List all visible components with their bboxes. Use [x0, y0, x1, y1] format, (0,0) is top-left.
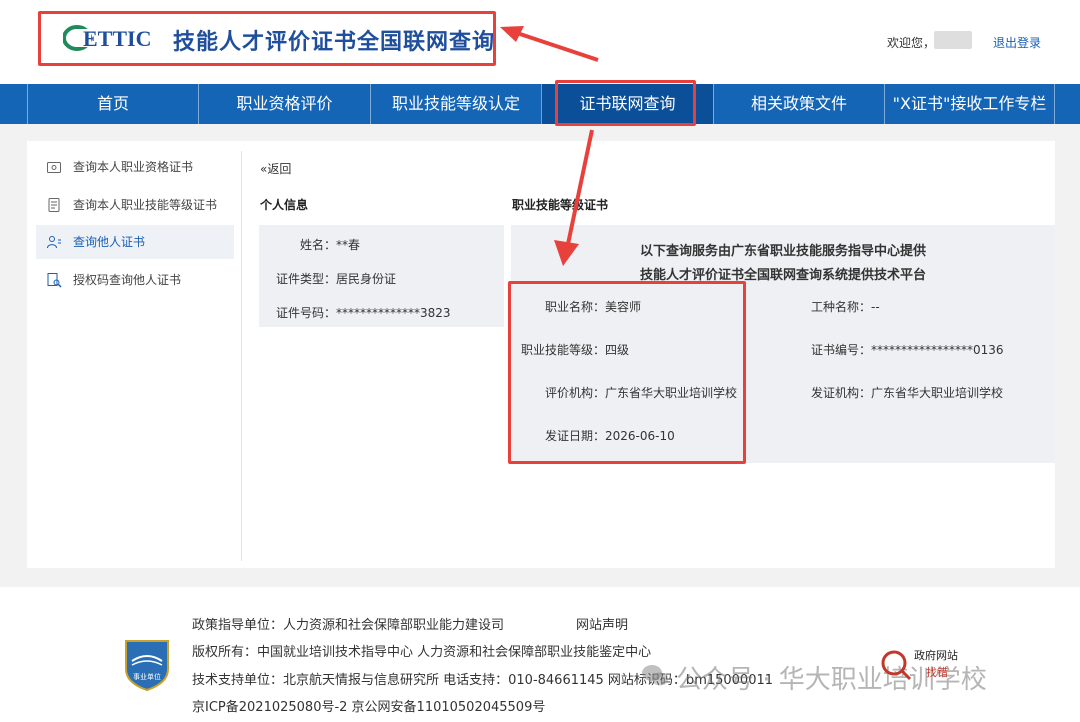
nav-home[interactable]: 首页 — [27, 84, 198, 124]
public-institution-emblem-icon: 事业单位 — [125, 640, 169, 691]
svg-text:政府网站: 政府网站 — [914, 648, 958, 662]
site-footer: 事业单位 政策指导单位：人力资源和社会保障部职业能力建设司 网站声明 版权所有：… — [0, 587, 1080, 722]
sidebar-item-my-skill-level[interactable]: 查询本人职业技能等级证书 — [36, 188, 234, 222]
issuing-agency: 发证机构：广东省华大职业培训学校 — [811, 386, 1004, 400]
personal-info-title: 个人信息 — [260, 198, 309, 212]
username-redacted — [934, 31, 972, 49]
back-link[interactable]: «返回 — [260, 160, 291, 177]
nav-annotation-highlight — [555, 80, 696, 126]
id-type: 证件类型：居民身份证 — [276, 272, 397, 286]
sidebar-item-label: 查询本人职业资格证书 — [73, 160, 194, 174]
personal-info-box: 姓名：**春 证件类型：居民身份证 证件号码：**************382… — [259, 225, 504, 327]
sidebar-item-label: 查询本人职业技能等级证书 — [73, 198, 218, 212]
site-statement-link[interactable]: 网站声明 — [576, 614, 628, 633]
gov-website-error-report-icon[interactable]: 政府网站 找错 — [880, 645, 972, 681]
svg-text:事业单位: 事业单位 — [133, 672, 161, 681]
sidebar-divider — [241, 151, 242, 561]
annotation-arrow-icon — [554, 129, 594, 266]
site-header: ETTIC 技能人才评价证书全国联网查询 欢迎您， 退出登录 — [0, 0, 1080, 84]
site-logo-highlight: ETTIC 技能人才评价证书全国联网查询 — [38, 11, 496, 66]
svg-text:找错: 找错 — [926, 665, 948, 679]
sidebar-item-auth-code-query[interactable]: 授权码查询他人证书 — [36, 263, 234, 297]
certificate-annotation-highlight — [508, 281, 746, 464]
nav-qualification-evaluation[interactable]: 职业资格评价 — [198, 84, 370, 124]
document-icon — [48, 198, 60, 212]
sidebar-item-label: 查询他人证书 — [73, 235, 146, 249]
logout-link[interactable]: 退出登录 — [993, 34, 1041, 51]
certificate-icon — [47, 162, 61, 173]
footer-policy-unit: 政策指导单位：人力资源和社会保障部职业能力建设司 — [192, 618, 505, 633]
site-title: 技能人才评价证书全国联网查询 — [173, 30, 496, 55]
users-icon — [47, 236, 61, 249]
footer-icp: 京ICP备2021025080号-2 京公网安备11010502045509号 — [192, 700, 546, 715]
ettic-logo-icon: ETTIC — [63, 25, 151, 51]
wechat-icon — [642, 665, 668, 686]
work-type-name: 工种名称：-- — [811, 300, 880, 314]
id-number: 证件号码：**************3823 — [276, 306, 451, 320]
search-document-icon — [47, 273, 62, 288]
sidebar-item-others-certificate[interactable]: 查询他人证书 — [36, 225, 234, 259]
certificate-number: 证书编号：*****************0136 — [811, 343, 1004, 357]
person-name: 姓名：**春 — [300, 238, 361, 252]
welcome-text: 欢迎您， — [887, 36, 936, 50]
nav-policy-documents[interactable]: 相关政策文件 — [713, 84, 884, 124]
nav-skill-level-recognition[interactable]: 职业技能等级认定 — [370, 84, 541, 124]
main-navbar: 首页 职业资格评价 职业技能等级认定 证书联网查询 相关政策文件 "X证书"接收… — [0, 84, 1080, 124]
sidebar-item-label: 授权码查询他人证书 — [73, 273, 182, 287]
sidebar: 查询本人职业资格证书 查询本人职业技能等级证书 查询他人证书 授权码查询他人证书 — [27, 141, 242, 568]
annotation-arrow-icon — [500, 26, 599, 62]
footer-copyright: 版权所有：中国就业培训技术指导中心 人力资源和社会保障部职业技能鉴定中心 — [192, 645, 652, 660]
nav-x-certificate[interactable]: "X证书"接收工作专栏 — [884, 84, 1055, 124]
sidebar-item-my-qualification[interactable]: 查询本人职业资格证书 — [36, 150, 234, 184]
svg-text:ETTIC: ETTIC — [83, 26, 151, 51]
